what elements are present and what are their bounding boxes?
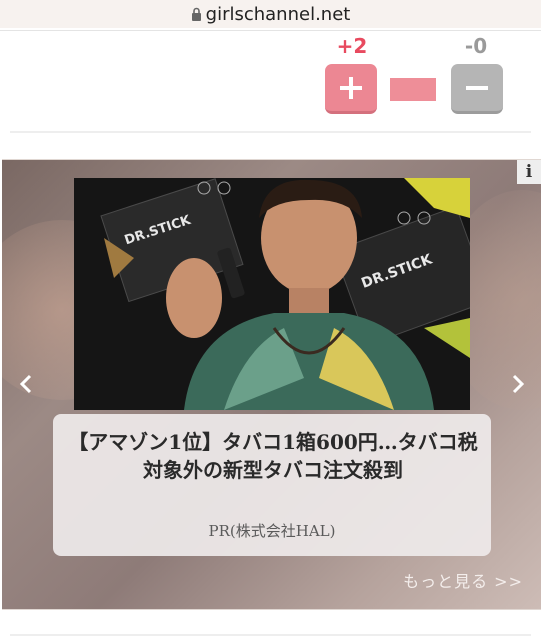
section-divider xyxy=(10,131,531,133)
ad-banner[interactable]: i DR.STICK DR.STICK 【アマゾン1位】タバコ1箱600円…タバ… xyxy=(2,159,541,610)
ad-sponsor: PR(株式会社HAL) xyxy=(208,522,336,540)
plus-vote-button[interactable] xyxy=(325,64,377,114)
ad-next-button[interactable] xyxy=(506,368,530,400)
ad-info-icon[interactable]: i xyxy=(517,160,541,184)
ad-photo[interactable]: DR.STICK DR.STICK xyxy=(74,178,470,410)
ad-headline[interactable]: 【アマゾン1位】タバコ1箱600円…タバコ税対象外の新型タバコ注文殺到 xyxy=(67,428,479,484)
minus-vote-button[interactable] xyxy=(451,64,503,114)
ad-more-link[interactable]: もっと見る >> xyxy=(403,568,523,592)
plus-vote-count: +2 xyxy=(336,34,368,58)
plus-icon xyxy=(340,76,362,99)
minus-icon xyxy=(466,85,488,90)
ad-prev-button[interactable] xyxy=(14,368,38,400)
ad-text-card[interactable]: 【アマゾン1位】タバコ1箱600円…タバコ税対象外の新型タバコ注文殺到 PR(株… xyxy=(53,414,491,556)
url-text: girlschannel.net xyxy=(205,3,351,25)
vote-ratio-bar xyxy=(390,78,436,101)
minus-vote-count: -0 xyxy=(464,34,488,58)
lock-icon xyxy=(191,7,201,21)
address-bar[interactable]: girlschannel.net xyxy=(0,0,541,28)
chevron-left-icon xyxy=(19,374,32,394)
address-bar-divider xyxy=(0,30,541,31)
chevron-right-icon xyxy=(512,374,525,394)
section-divider xyxy=(10,634,531,636)
ad-photo-illustration: DR.STICK DR.STICK xyxy=(74,178,470,410)
